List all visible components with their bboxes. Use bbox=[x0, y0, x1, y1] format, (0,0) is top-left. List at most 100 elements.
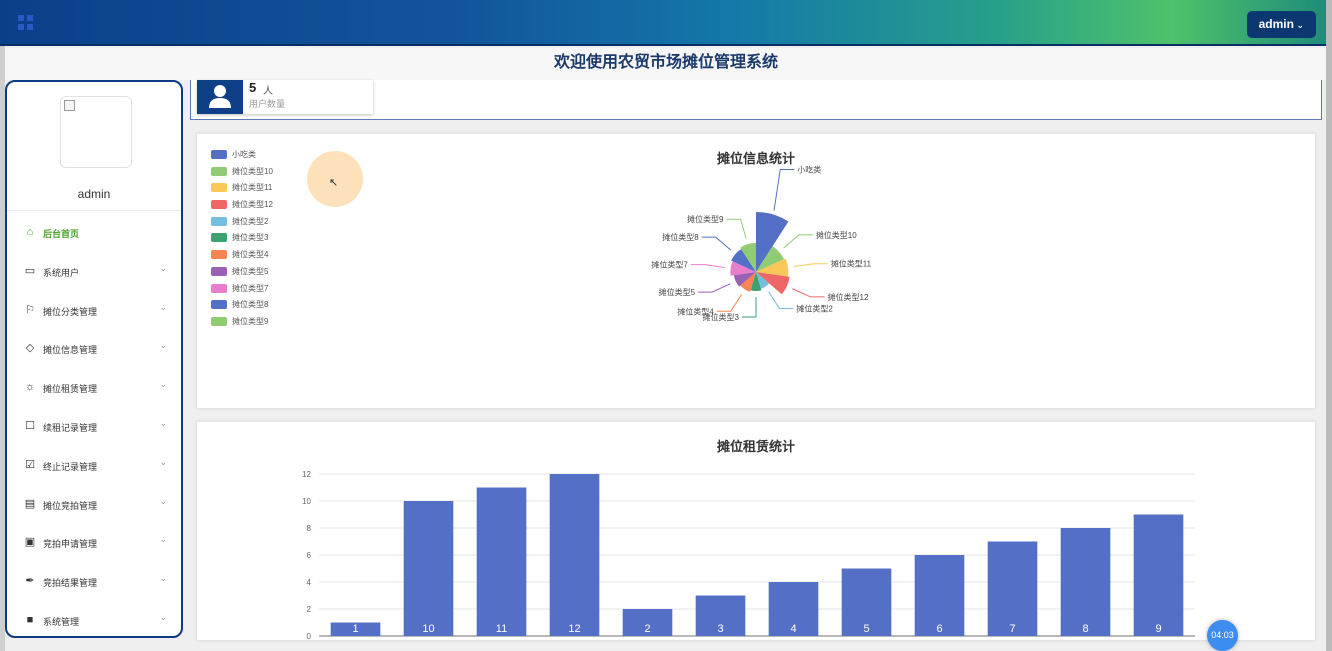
pie-slice-label: 摊位类型8 bbox=[662, 232, 699, 242]
pie-slice-label: 摊位类型10 bbox=[816, 230, 857, 240]
broken-image-icon bbox=[64, 100, 75, 111]
grid-icon[interactable] bbox=[18, 15, 34, 31]
main-content: 5 人 用户数量 摊位信息统计 小吃类 摊位类型10 摊位类型11 摊位类型12 摊位类… bbox=[190, 80, 1322, 641]
pie-label-line bbox=[716, 294, 743, 312]
sidebar-item-5[interactable]: ☐ 续租记录管理 ⌄ bbox=[7, 407, 181, 445]
stall-rental-chart-panel: 摊位租赁统计 0 2 4 6 8 10 12 1 10 11 12 2 3 4 5 6 7 8 9 bbox=[196, 421, 1316, 641]
sidebar-item-10[interactable]: ■ 系统管理 ⌄ bbox=[7, 601, 181, 636]
bar bbox=[403, 501, 454, 636]
inbox-icon: ☐ bbox=[25, 420, 35, 432]
chevron-down-icon: ⌄ bbox=[159, 340, 167, 351]
sidebar-item-label: 竞拍结果管理 bbox=[43, 578, 98, 589]
chevron-down-icon: ⌄ bbox=[159, 262, 167, 273]
sidebar-item-6[interactable]: ☑ 终止记录管理 ⌄ bbox=[7, 446, 181, 484]
user-menu-label: admin bbox=[1258, 17, 1294, 31]
chevron-down-icon: ⌄ bbox=[159, 495, 167, 506]
bar-category-label: 2 bbox=[644, 623, 650, 635]
pie-slice-label: 摊位类型9 bbox=[687, 214, 724, 224]
chevron-down-icon: ⌄ bbox=[159, 612, 167, 622]
bookmark-icon: ⚐ bbox=[25, 303, 35, 316]
pie-label-line bbox=[783, 234, 813, 249]
archive-icon: ▣ bbox=[24, 536, 36, 549]
bar-category-label: 3 bbox=[717, 623, 723, 635]
sidebar-item-label: 终止记录管理 bbox=[43, 461, 98, 472]
home-icon: ⌂ bbox=[26, 226, 34, 238]
bar bbox=[987, 541, 1038, 636]
copy-icon: ■ bbox=[26, 614, 34, 626]
sidebar-username: admin bbox=[77, 187, 111, 201]
chevron-down-icon: ⌄ bbox=[159, 534, 167, 545]
sidebar-item-9[interactable]: ✒ 竞拍结果管理 ⌄ bbox=[7, 562, 181, 600]
sidebar-item-label: 系统管理 bbox=[43, 617, 80, 627]
pie-label-line bbox=[698, 283, 731, 293]
page-title: 欢迎使用农贸市场摊位管理系统 bbox=[5, 48, 1327, 80]
user-count-value: 5 bbox=[249, 80, 257, 95]
y-tick-label: 0 bbox=[307, 632, 312, 641]
y-tick-label: 12 bbox=[302, 470, 311, 479]
y-tick-label: 8 bbox=[307, 524, 312, 533]
pie-label-line bbox=[773, 168, 795, 211]
chevron-down-icon: ⌄ bbox=[159, 573, 167, 584]
pie-label-line bbox=[690, 264, 725, 268]
bar bbox=[549, 474, 600, 636]
sidebar-item-label: 摊位信息管理 bbox=[43, 345, 98, 356]
user-menu-button[interactable]: admin ⌄ bbox=[1246, 11, 1316, 38]
bar-category-label: 9 bbox=[1155, 623, 1161, 635]
bar-category-label: 5 bbox=[863, 623, 869, 635]
sidebar-item-2[interactable]: ⚐ 摊位分类管理 ⌄ bbox=[7, 291, 181, 329]
sidebar-item-label: 竞拍申请管理 bbox=[43, 539, 98, 550]
sidebar-item-1[interactable]: ▭ 系统用户 ⌄ bbox=[7, 252, 181, 290]
app-root: { "header": { "menu_icon": "grid-icon", … bbox=[0, 0, 1332, 651]
bar-category-label: 11 bbox=[496, 623, 507, 635]
sidebar-item-0[interactable]: ⌂ 后台首页 bbox=[7, 213, 181, 251]
sidebar-item-7[interactable]: ▤ 摊位竞拍管理 ⌄ bbox=[7, 485, 181, 523]
user-count-card: 5 人 用户数量 bbox=[197, 80, 373, 114]
y-tick-label: 10 bbox=[302, 497, 311, 506]
chevron-down-icon: ⌄ bbox=[1293, 20, 1304, 30]
tag-icon: ◇ bbox=[25, 342, 35, 355]
user-count-unit: 人 bbox=[263, 86, 273, 97]
record-timer[interactable]: 04:03 bbox=[1207, 620, 1238, 651]
bar-category-label: 7 bbox=[1009, 623, 1015, 635]
bar-category-label: 6 bbox=[936, 623, 942, 635]
y-tick-label: 6 bbox=[307, 551, 312, 560]
bar bbox=[1133, 514, 1184, 636]
sidebar-item-8[interactable]: ▣ 竞拍申请管理 ⌄ bbox=[7, 523, 181, 561]
pie-slice-label: 摊位类型2 bbox=[796, 303, 833, 313]
bar-category-label: 10 bbox=[422, 623, 434, 635]
user-count-caption: 用户数量 bbox=[249, 99, 286, 109]
pie-slice-label: 摊位类型11 bbox=[831, 259, 872, 269]
clipboard-icon: ☑ bbox=[25, 458, 35, 471]
divider bbox=[7, 210, 181, 211]
bar-category-label: 1 bbox=[352, 623, 358, 635]
sidebar-item-4[interactable]: ☼ 摊位租赁管理 ⌄ bbox=[7, 368, 181, 406]
bar bbox=[476, 487, 527, 636]
sidebar-item-label: 摊位竞拍管理 bbox=[43, 500, 98, 511]
bar-category-label: 8 bbox=[1082, 623, 1088, 635]
chevron-down-icon: ⌄ bbox=[159, 301, 167, 312]
pie-slice-label: 小吃类 bbox=[797, 164, 821, 174]
pie-label-line bbox=[742, 297, 757, 318]
sidebar-item-label: 摊位分类管理 bbox=[43, 306, 98, 317]
bar bbox=[1060, 528, 1111, 636]
bar-category-label: 12 bbox=[568, 623, 580, 635]
chevron-down-icon: ⌄ bbox=[159, 379, 167, 390]
sidebar-item-label: 续租记录管理 bbox=[43, 423, 98, 433]
monitor-icon: ▭ bbox=[24, 264, 36, 277]
pie-label-line bbox=[792, 288, 825, 298]
y-tick-label: 4 bbox=[307, 578, 312, 587]
sun-icon: ☼ bbox=[24, 381, 36, 394]
top-bar: admin ⌄ bbox=[0, 0, 1332, 46]
stats-row: 5 人 用户数量 bbox=[190, 80, 1322, 120]
chevron-down-icon: ⌄ bbox=[159, 418, 167, 428]
y-tick-label: 2 bbox=[307, 605, 312, 614]
pie-slice-label: 摊位类型5 bbox=[659, 287, 696, 297]
pie-label-line bbox=[701, 236, 732, 251]
sidebar-item-label: 系统用户 bbox=[43, 267, 80, 278]
pie-slice-label: 摊位类型7 bbox=[651, 260, 688, 270]
sidebar: admin ⌂ 后台首页 ▭ 系统用户 ⌄ ⚐ 摊位分类管理 ⌄ ◇ 摊位信息管理 ⌄ ☼ 摊位租赁管理… bbox=[5, 80, 183, 638]
user-icon bbox=[197, 80, 243, 114]
pie-label-line bbox=[793, 263, 828, 268]
sidebar-item-3[interactable]: ◇ 摊位信息管理 ⌄ bbox=[7, 329, 181, 367]
stall-info-chart-panel: 摊位信息统计 小吃类 摊位类型10 摊位类型11 摊位类型12 摊位类型2 摊位类型3 摊位… bbox=[196, 133, 1316, 409]
